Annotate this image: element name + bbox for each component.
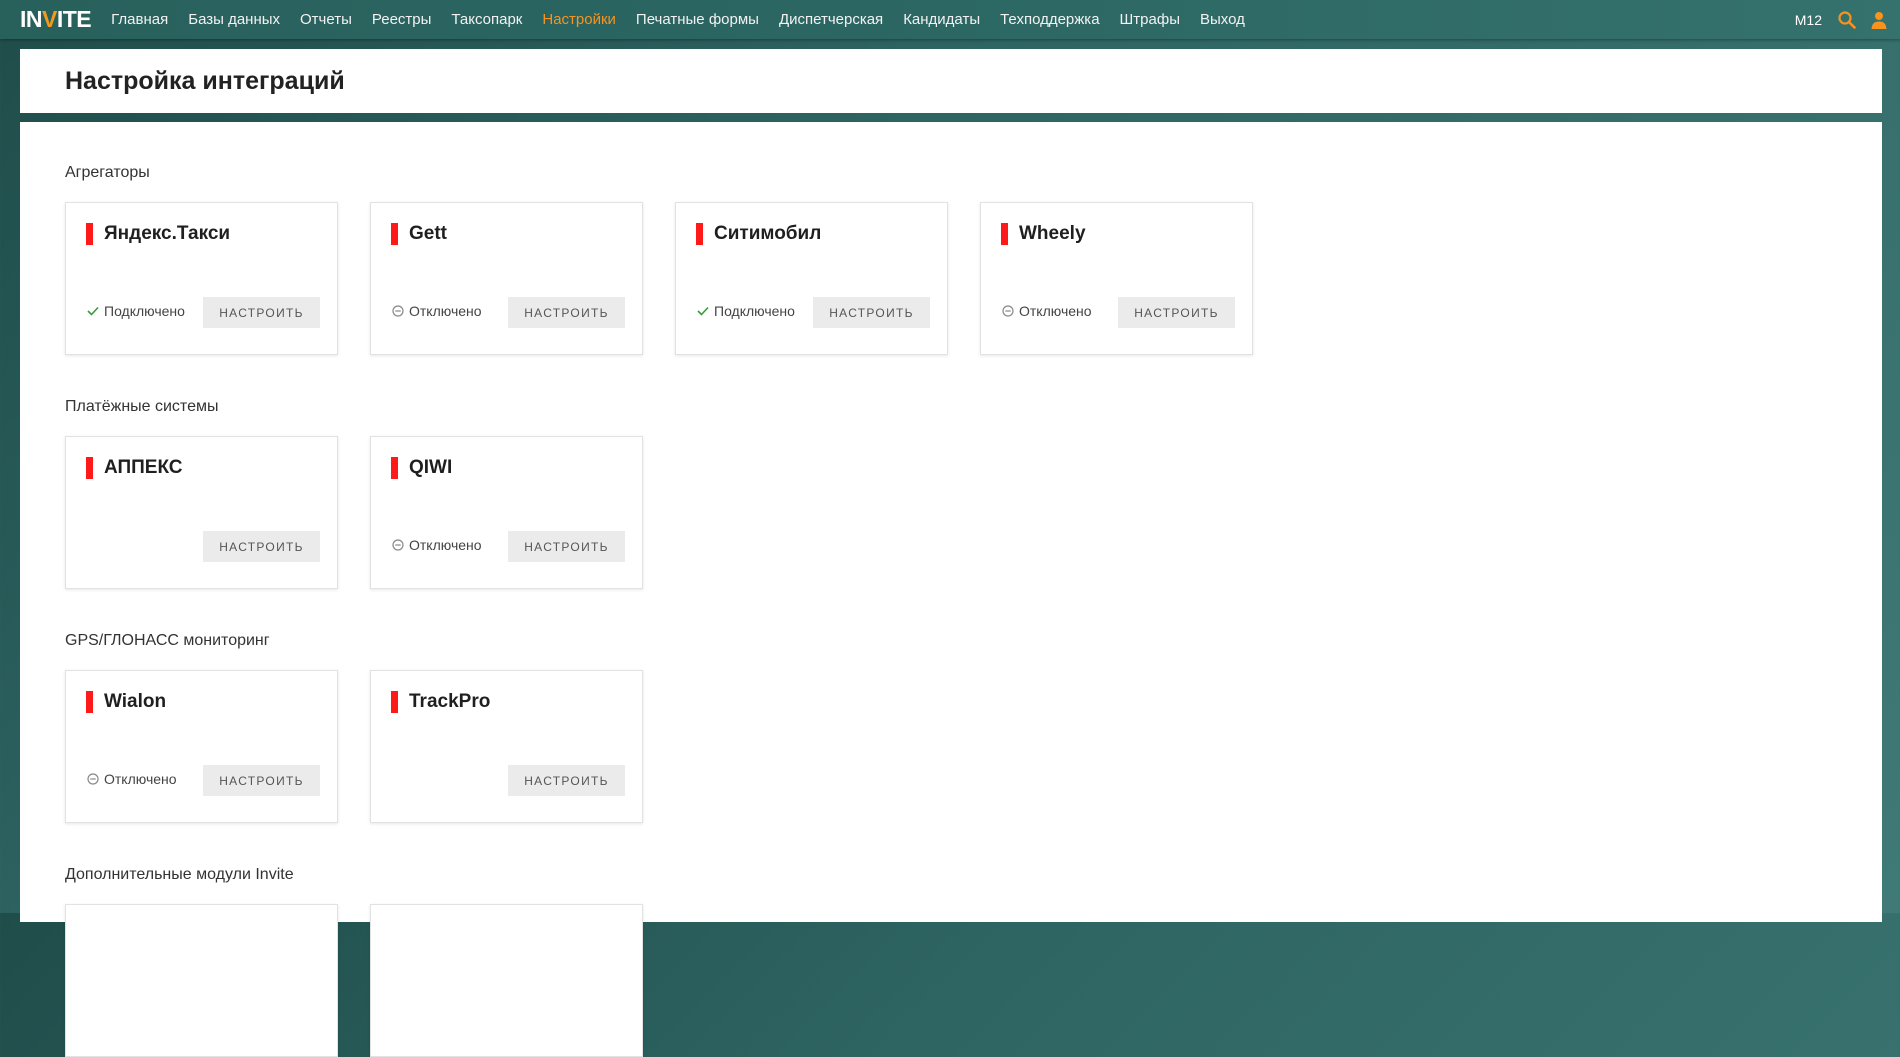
minus-circle-icon xyxy=(87,773,99,785)
nav-item-dispatch[interactable]: Диспетчерская xyxy=(779,11,883,28)
page-header: Настройка интеграций xyxy=(20,49,1882,113)
nav-item-support[interactable]: Техподдержка xyxy=(1000,11,1099,28)
status-marker xyxy=(391,223,398,245)
nav-item-home[interactable]: Главная xyxy=(111,11,168,28)
status-marker xyxy=(1001,223,1008,245)
connection-status: Подключено xyxy=(697,303,795,319)
card-name: АППЕКС xyxy=(104,457,183,478)
card-name: Яндекс.Такси xyxy=(104,223,231,244)
card-name: TrackPro xyxy=(409,691,491,712)
nav-item-registries[interactable]: Реестры xyxy=(372,11,432,28)
status-marker xyxy=(391,691,398,713)
configure-button[interactable]: НАСТРОИТЬ xyxy=(203,297,320,328)
card-name: Ситимобил xyxy=(714,223,822,244)
nav-item-reports[interactable]: Отчеты xyxy=(300,11,352,28)
card-title: Яндекс.Такси xyxy=(86,223,230,245)
connection-status: Отключено xyxy=(392,303,482,319)
configure-button[interactable]: НАСТРОИТЬ xyxy=(203,765,320,796)
configure-button[interactable]: НАСТРОИТЬ xyxy=(508,765,625,796)
right-tools: М12 xyxy=(1795,0,1900,39)
integration-card-yandex-taxi: Яндекс.Такси Подключено НАСТРОИТЬ xyxy=(65,202,338,355)
integration-card-trackpro: TrackPro НАСТРОИТЬ xyxy=(370,670,643,823)
logo[interactable]: INVITE xyxy=(20,6,92,33)
integration-card-qiwi: QIWI Отключено НАСТРОИТЬ xyxy=(370,436,643,589)
check-icon xyxy=(87,306,99,316)
status-text: Отключено xyxy=(409,303,482,319)
integration-card-module-1 xyxy=(65,904,338,1057)
integration-card-appeks: АППЕКС НАСТРОИТЬ xyxy=(65,436,338,589)
nav-item-print-forms[interactable]: Печатные формы xyxy=(636,11,759,28)
top-navbar: INVITE Главная Базы данных Отчеты Реестр… xyxy=(0,0,1900,39)
configure-button[interactable]: НАСТРОИТЬ xyxy=(508,297,625,328)
integrations-panel: Агрегаторы Яндекс.Такси Подключено НАСТР… xyxy=(20,122,1882,1057)
section-title-gps: GPS/ГЛОНАСС мониторинг xyxy=(65,632,270,649)
connection-status: Подключено xyxy=(87,303,185,319)
configure-button[interactable]: НАСТРОИТЬ xyxy=(813,297,930,328)
card-title: QIWI xyxy=(391,457,452,479)
card-name: QIWI xyxy=(409,457,453,478)
card-title: Wheely xyxy=(1001,223,1086,245)
card-title: АППЕКС xyxy=(86,457,183,479)
status-text: Отключено xyxy=(1019,303,1092,319)
status-marker xyxy=(86,223,93,245)
card-title: Wialon xyxy=(86,691,166,713)
main-nav: Главная Базы данных Отчеты Реестры Таксо… xyxy=(101,11,1255,28)
status-text: Отключено xyxy=(104,771,177,787)
minus-circle-icon xyxy=(1002,305,1014,317)
status-marker xyxy=(696,223,703,245)
logo-text-part3: ITE xyxy=(56,6,92,32)
connection-status: Отключено xyxy=(87,771,177,787)
status-marker xyxy=(391,457,398,479)
status-text: Подключено xyxy=(104,303,185,319)
configure-button[interactable]: НАСТРОИТЬ xyxy=(1118,297,1235,328)
search-icon[interactable] xyxy=(1836,9,1858,31)
user-code: М12 xyxy=(1794,11,1822,28)
integration-card-citymobil: Ситимобил Подключено НАСТРОИТЬ xyxy=(675,202,948,355)
configure-button[interactable]: НАСТРОИТЬ xyxy=(203,531,320,562)
card-name: Gett xyxy=(409,223,447,244)
user-icon[interactable] xyxy=(1868,9,1890,31)
nav-item-databases[interactable]: Базы данных xyxy=(188,11,280,28)
status-marker xyxy=(86,457,93,479)
status-text: Отключено xyxy=(409,537,482,553)
configure-button[interactable]: НАСТРОИТЬ xyxy=(508,531,625,562)
card-title: TrackPro xyxy=(391,691,490,713)
nav-item-fines[interactable]: Штрафы xyxy=(1120,11,1180,28)
logo-text-part1: IN xyxy=(20,6,43,32)
check-icon xyxy=(697,306,709,316)
integration-card-wheely: Wheely Отключено НАСТРОИТЬ xyxy=(980,202,1253,355)
card-name: Wialon xyxy=(104,691,167,712)
card-title: Ситимобил xyxy=(696,223,821,245)
section-title-aggregators: Агрегаторы xyxy=(65,164,150,181)
status-text: Подключено xyxy=(714,303,795,319)
section-title-payments: Платёжные системы xyxy=(65,398,219,415)
logo-text-part2: V xyxy=(42,6,57,32)
page-title: Настройка интеграций xyxy=(65,67,345,95)
card-name: Wheely xyxy=(1019,223,1086,244)
nav-item-candidates[interactable]: Кандидаты xyxy=(903,11,980,28)
integration-card-module-2 xyxy=(370,904,643,1057)
nav-item-logout[interactable]: Выход xyxy=(1200,11,1245,28)
card-title: Gett xyxy=(391,223,447,245)
integration-card-wialon: Wialon Отключено НАСТРОИТЬ xyxy=(65,670,338,823)
connection-status: Отключено xyxy=(392,537,482,553)
minus-circle-icon xyxy=(392,305,404,317)
connection-status: Отключено xyxy=(1002,303,1092,319)
nav-item-fleet[interactable]: Таксопарк xyxy=(451,11,522,28)
section-title-modules: Дополнительные модули Invite xyxy=(65,866,294,883)
status-marker xyxy=(86,691,93,713)
minus-circle-icon xyxy=(392,539,404,551)
integration-card-gett: Gett Отключено НАСТРОИТЬ xyxy=(370,202,643,355)
nav-item-settings[interactable]: Настройки xyxy=(542,11,616,28)
